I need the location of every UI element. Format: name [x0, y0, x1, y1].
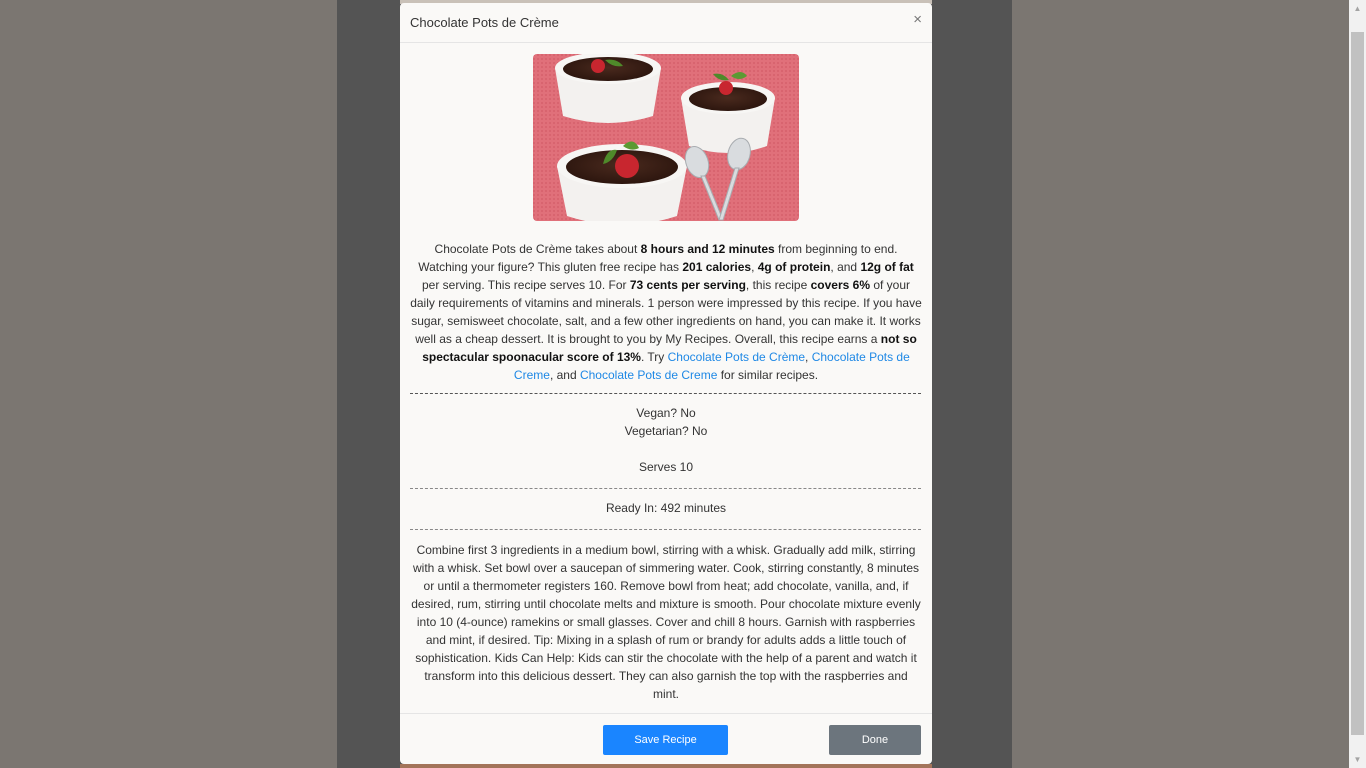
background-card-edge-bottom	[400, 764, 932, 768]
vegan-status: Vegan? No	[636, 406, 696, 420]
recipe-summary: Chocolate Pots de Crème takes about 8 ho…	[410, 240, 922, 384]
ready-in-time: Ready In: 492 minutes	[605, 501, 727, 515]
summary-fat: 12g of fat	[860, 260, 914, 274]
section-divider	[410, 529, 921, 530]
summary-text: ,	[805, 350, 812, 364]
recipe-instructions: Combine first 3 ingredients in a medium …	[411, 543, 921, 701]
scrollbar-thumb[interactable]	[1351, 32, 1364, 735]
done-button[interactable]: Done	[829, 725, 921, 755]
summary-text: . Try	[640, 350, 668, 364]
summary-text: ,	[751, 260, 758, 274]
summary-text: , this recipe	[745, 278, 811, 292]
summary-text: for similar recipes.	[717, 368, 819, 382]
serves-count: Serves 10	[638, 460, 694, 474]
modal-footer: Save Recipe Done	[400, 713, 932, 764]
save-recipe-button[interactable]: Save Recipe	[603, 725, 728, 755]
page-scrollbar[interactable]: ▲ ▼	[1349, 0, 1366, 768]
close-icon[interactable]: ×	[913, 12, 922, 27]
summary-text: per serving. This recipe serves 10. For	[421, 278, 630, 292]
scroll-down-arrow-icon[interactable]: ▼	[1349, 751, 1366, 768]
summary-cost: 73 cents per serving	[629, 278, 746, 292]
summary-text: , and	[549, 368, 580, 382]
vegetarian-status: Vegetarian? No	[624, 424, 708, 438]
summary-text: , and	[830, 260, 861, 274]
recipe-image	[533, 54, 799, 221]
recipe-modal: Chocolate Pots de Crème × Chocolate Pots…	[400, 3, 932, 764]
section-divider	[410, 488, 921, 489]
similar-recipe-link[interactable]: Chocolate Pots de Creme	[580, 368, 717, 382]
summary-calories: 201 calories	[682, 260, 752, 274]
modal-title: Chocolate Pots de Crème	[410, 15, 559, 30]
scroll-up-arrow-icon[interactable]: ▲	[1349, 0, 1366, 17]
modal-header: Chocolate Pots de Crème ×	[400, 3, 932, 43]
summary-time: 8 hours and 12 minutes	[640, 242, 775, 256]
section-divider	[410, 393, 921, 394]
summary-coverage: covers 6%	[810, 278, 870, 292]
similar-recipe-link[interactable]: Chocolate Pots de Crème	[668, 350, 805, 364]
summary-text: Chocolate Pots de Crème takes about	[434, 242, 641, 256]
summary-protein: 4g of protein	[757, 260, 831, 274]
